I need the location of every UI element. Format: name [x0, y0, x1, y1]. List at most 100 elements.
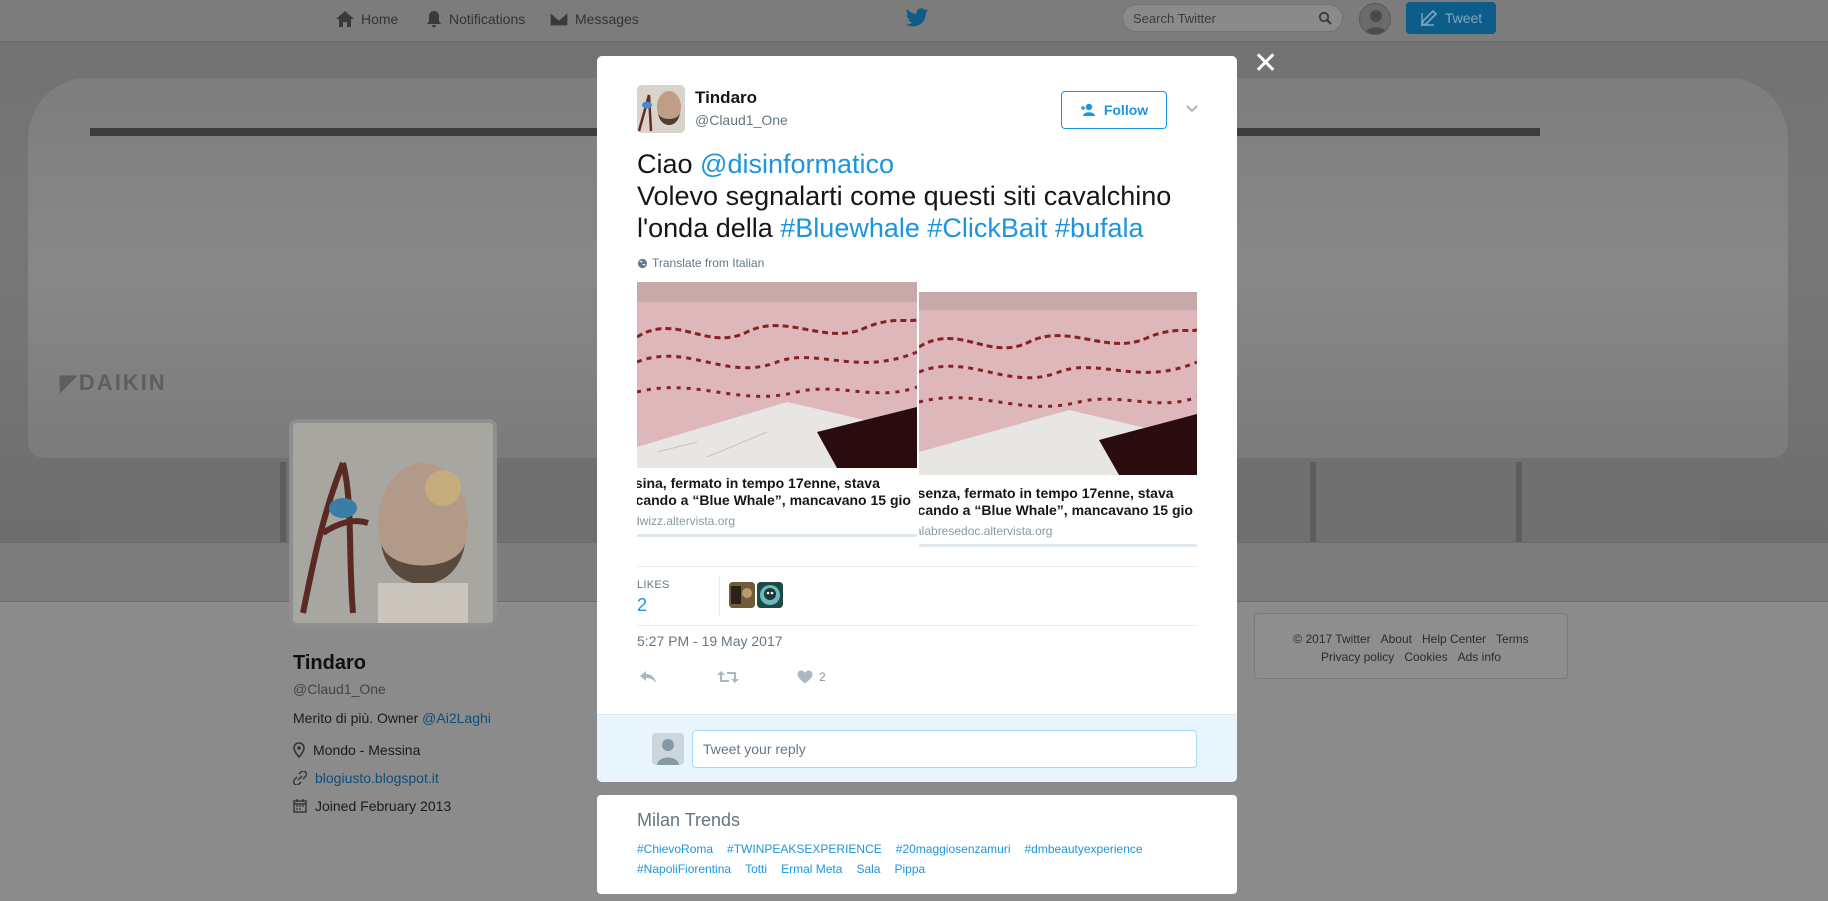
profile-website: blogiusto.blogspot.it: [293, 770, 439, 786]
chevron-down-icon[interactable]: [1184, 100, 1200, 116]
link-icon: [293, 771, 307, 785]
tweet-hashtag[interactable]: #bufala: [1055, 213, 1144, 243]
footer-link[interactable]: Ads info: [1458, 650, 1501, 664]
profile-handle[interactable]: @Claud1_One: [293, 681, 386, 697]
heart-icon: [797, 670, 813, 684]
link-card[interactable]: osenza, fermato in tempo 17enne, stava oc…: [919, 292, 1197, 552]
trend-item[interactable]: Totti: [745, 859, 767, 879]
profile-bio-text: Merito di più. Owner: [293, 710, 423, 726]
footer-copyright: © 2017 Twitter: [1293, 632, 1371, 646]
reply-box: [597, 714, 1237, 782]
banner-logo-mark: ◤DAIKIN: [60, 370, 167, 395]
trend-item[interactable]: #NapoliFiorentina: [637, 859, 731, 879]
follow-button[interactable]: Follow: [1061, 91, 1167, 129]
liker-avatar[interactable]: [757, 582, 783, 608]
envelope-icon: [549, 11, 569, 27]
reply-input[interactable]: [692, 730, 1197, 768]
profile-joined-text: Joined February 2013: [315, 798, 452, 814]
profile-name[interactable]: Tindaro: [293, 652, 366, 675]
profile-location: Mondo - Messina: [293, 742, 420, 758]
trend-item[interactable]: #20maggiosenzamuri: [896, 839, 1011, 859]
globe-icon: [637, 258, 648, 268]
retweet-icon: [717, 671, 739, 683]
tweet-actions: 2: [637, 663, 937, 691]
liker-avatar[interactable]: [729, 582, 755, 608]
trend-item[interactable]: Ermal Meta: [781, 859, 842, 879]
trend-item[interactable]: #ChievoRoma: [637, 839, 713, 859]
likes-count[interactable]: 2: [637, 595, 647, 616]
twitter-logo-icon[interactable]: [905, 8, 929, 33]
translate-link[interactable]: Translate from Italian: [637, 256, 764, 270]
tweet-hashtag[interactable]: #ClickBait: [927, 213, 1047, 243]
search-box[interactable]: [1122, 4, 1343, 32]
footer-link[interactable]: Cookies: [1404, 650, 1447, 664]
card-image: [637, 282, 917, 468]
stats-divider: [719, 575, 720, 617]
tweet-modal: Tindaro @Claud1_One Follow Ciao @disinfo…: [597, 56, 1237, 782]
link-card[interactable]: ssina, fermato in tempo 17enne, stava oca…: [637, 282, 917, 542]
translate-label: Translate from Italian: [652, 256, 765, 270]
nav-home-label: Home: [361, 11, 399, 27]
card-title-line: osenza, fermato in tempo 17enne, stava: [919, 485, 1174, 501]
trend-item[interactable]: #TWINPEAKSEXPERIENCE: [727, 839, 882, 859]
tweet-author-handle[interactable]: @Claud1_One: [695, 112, 788, 128]
reply-user-avatar: [652, 733, 684, 765]
footer-link[interactable]: Privacy policy: [1321, 650, 1394, 664]
follow-button-label: Follow: [1103, 102, 1149, 118]
like-count: 2: [819, 670, 826, 684]
trend-item[interactable]: #dmbeautyexperience: [1025, 839, 1143, 859]
likes-label: LIKES: [637, 579, 670, 591]
card-title: osenza, fermato in tempo 17enne, stava oc…: [919, 485, 1197, 519]
footer-link[interactable]: About: [1381, 632, 1412, 646]
author-photo: [637, 85, 685, 133]
default-avatar-icon: [652, 733, 684, 765]
tweet-timestamp[interactable]: 5:27 PM - 19 May 2017: [637, 633, 783, 649]
tweet-hashtag[interactable]: #Bluewhale: [780, 213, 920, 243]
footer-link[interactable]: Help Center: [1422, 632, 1486, 646]
search-input[interactable]: [1133, 10, 1303, 26]
calendar-icon: [293, 799, 307, 813]
search-icon[interactable]: [1318, 11, 1332, 25]
trend-item[interactable]: Sala: [856, 859, 880, 879]
tweet-stats: LIKES 2: [637, 566, 1197, 626]
add-user-icon: [1080, 103, 1095, 116]
card-title-line: ssina, fermato in tempo 17enne, stava: [637, 475, 880, 491]
tweet-media: ssina, fermato in tempo 17enne, stava oca…: [637, 282, 1197, 566]
compose-icon: [1420, 9, 1437, 27]
home-icon: [336, 11, 354, 27]
card-domain: alabresedoc.altervista.org: [919, 524, 1053, 538]
close-icon[interactable]: ✕: [1253, 49, 1278, 79]
card-image: [919, 292, 1197, 475]
tweet-text-greeting: Ciao: [637, 149, 701, 179]
nav-home[interactable]: Home: [335, 0, 398, 38]
card-title-line: ocando a “Blue Whale”, mancavano 15 gio: [919, 502, 1193, 518]
top-navigation: Home Notifications Messages Tweet: [0, 0, 1828, 42]
profile-bio: Merito di più. Owner @Ai2Laghi: [293, 710, 491, 726]
bell-icon: [427, 11, 441, 28]
tweet-button-label: Tweet: [1444, 10, 1483, 26]
reply-button[interactable]: [639, 663, 657, 691]
profile-website-link[interactable]: blogiusto.blogspot.it: [315, 770, 439, 786]
tweet-author-name[interactable]: Tindaro: [695, 88, 757, 108]
nav-messages-label: Messages: [575, 11, 639, 27]
profile-bio-link[interactable]: @Ai2Laghi: [422, 710, 491, 726]
nav-notifications-label: Notifications: [449, 11, 526, 27]
nav-notifications[interactable]: Notifications: [425, 0, 525, 38]
nav-messages[interactable]: Messages: [549, 0, 639, 38]
tweet-author-avatar[interactable]: [637, 85, 685, 133]
tweet-mention[interactable]: @disinformatico: [700, 149, 894, 179]
retweet-button[interactable]: [717, 663, 739, 691]
footer-link[interactable]: Terms: [1496, 632, 1529, 646]
profile-avatar[interactable]: [289, 419, 497, 627]
media-fade: [637, 556, 1197, 566]
card-title: ssina, fermato in tempo 17enne, stava oca…: [637, 475, 917, 509]
trend-item[interactable]: Pippa: [894, 859, 925, 879]
trends-panel: Milan Trends #ChievoRoma #TWINPEAKSEXPERI…: [597, 795, 1237, 894]
tweet-button[interactable]: Tweet: [1406, 2, 1496, 34]
like-button[interactable]: 2: [797, 663, 826, 691]
profile-location-text: Mondo - Messina: [313, 742, 421, 758]
profile-photo: [293, 423, 493, 623]
trends-title: Milan Trends: [637, 810, 741, 830]
default-avatar-icon: [1365, 10, 1387, 34]
account-avatar[interactable]: [1359, 3, 1391, 35]
